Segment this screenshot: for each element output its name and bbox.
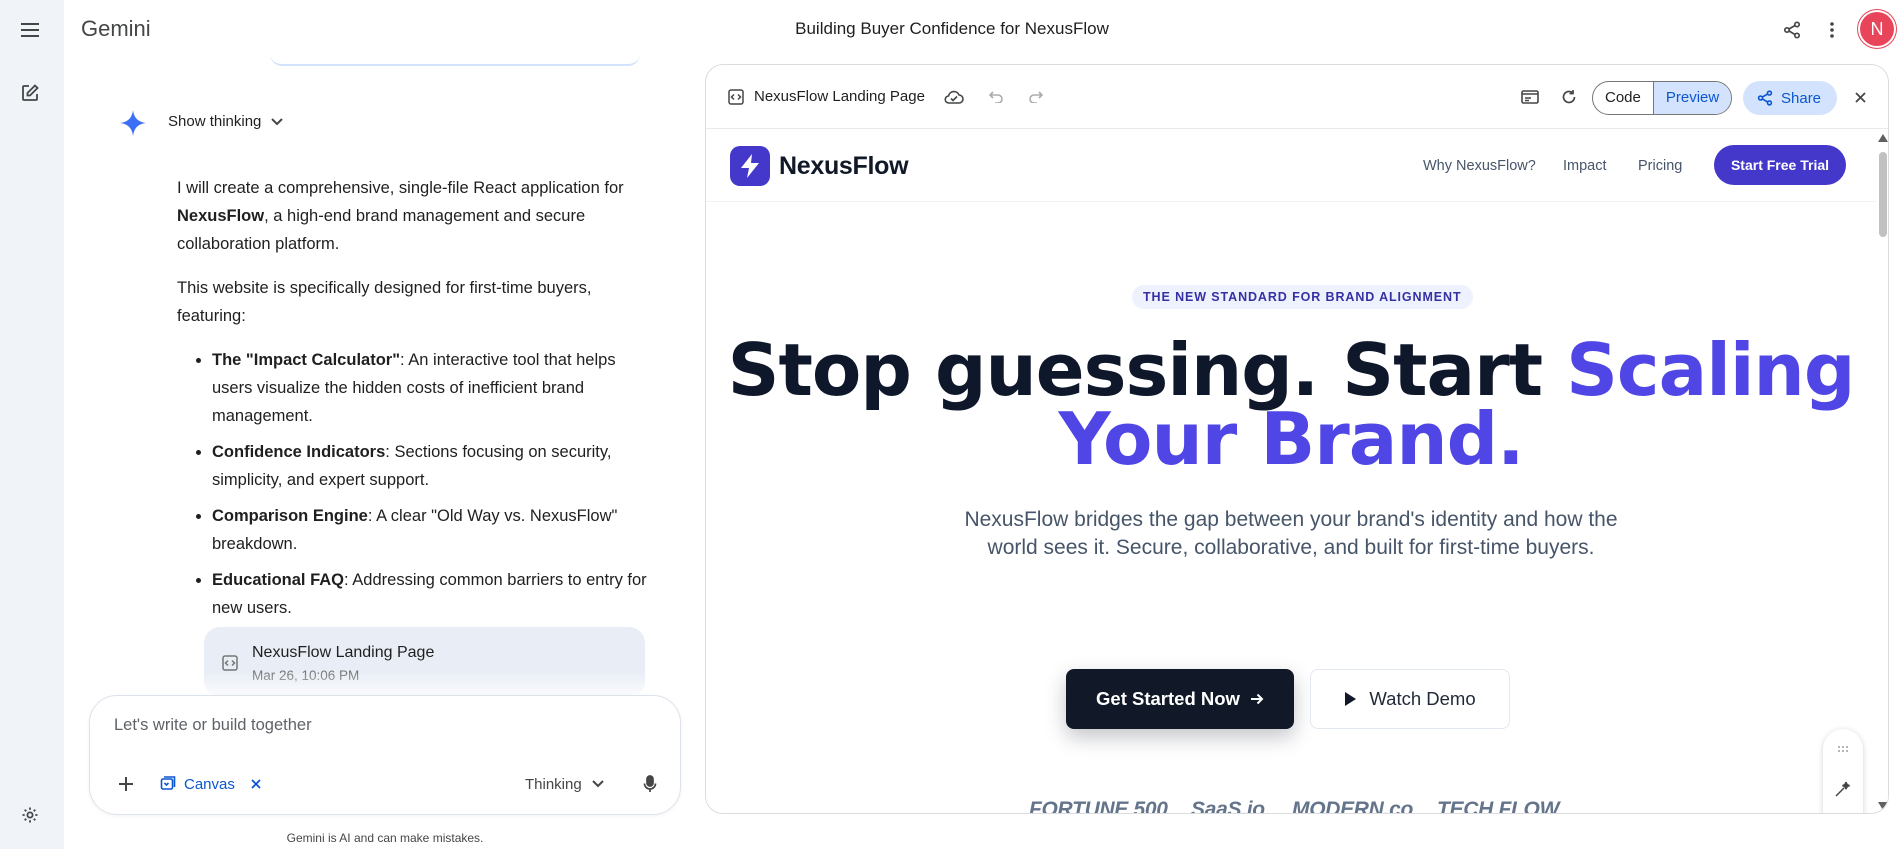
lightning-logo-icon[interactable] — [730, 146, 770, 186]
logo-modern: MODERN.co — [1292, 798, 1413, 814]
logo-fortune: FORTUNE 500 — [1029, 798, 1168, 814]
canvas-title: NexusFlow Landing Page — [754, 88, 925, 105]
add-icon[interactable] — [110, 768, 142, 800]
new-chat-icon[interactable] — [14, 77, 46, 109]
close-icon[interactable] — [251, 779, 261, 789]
more-vert-icon[interactable] — [1816, 14, 1848, 46]
canvas-icon — [160, 776, 176, 790]
intro-paragraph: I will create a comprehensive, single-fi… — [177, 179, 624, 253]
view-toggle: Code Preview — [1592, 81, 1733, 115]
show-thinking-toggle[interactable]: Show thinking — [168, 113, 284, 130]
prompt-input[interactable] — [114, 716, 654, 735]
preview-site: NexusFlow Why NexusFlow? Impact Pricing … — [706, 130, 1888, 814]
list-item: Educational FAQ: Addressing common barri… — [212, 566, 657, 622]
app-title[interactable]: Gemini — [81, 16, 151, 42]
response-text: I will create a comprehensive, single-fi… — [177, 174, 657, 630]
share-icon — [1757, 90, 1773, 106]
share-label: Share — [1781, 89, 1822, 107]
model-mode-label: Thinking — [525, 775, 582, 793]
disclaimer: Gemini is AI and can make mistakes. — [286, 831, 484, 845]
scroll-up-arrow[interactable] — [1878, 134, 1888, 142]
get-started-button[interactable]: Get Started Now — [1066, 669, 1294, 729]
tab-preview[interactable]: Preview — [1653, 82, 1732, 114]
start-free-trial-button[interactable]: Start Free Trial — [1714, 145, 1846, 185]
scrollbar[interactable] — [1876, 130, 1888, 813]
previous-message-edge — [270, 40, 640, 66]
hero-subheading: NexusFlow bridges the gap between your b… — [964, 508, 1618, 559]
console-icon[interactable] — [1516, 83, 1544, 111]
code-file-icon — [222, 655, 238, 671]
share-button[interactable]: Share — [1743, 81, 1838, 115]
canvas-toolbar: NexusFlow Landing Page Code Preview Shar… — [706, 65, 1888, 129]
side-rail — [0, 0, 64, 849]
features-intro: This website is specifically designed fo… — [177, 279, 592, 325]
logo-techflow: TECH FLOW — [1437, 798, 1560, 814]
share-icon[interactable] — [1776, 14, 1808, 46]
brand-name[interactable]: NexusFlow — [779, 152, 909, 181]
model-mode-select[interactable]: Thinking — [525, 770, 604, 798]
canvas-tool-chip[interactable]: Canvas — [160, 770, 261, 798]
nav-why[interactable]: Why NexusFlow? — [1423, 158, 1536, 174]
list-item: Confidence Indicators: Sections focusing… — [212, 438, 657, 494]
arrow-right-icon — [1250, 693, 1264, 705]
feature-list: The "Impact Calculator": An interactive … — [177, 346, 657, 622]
close-icon[interactable] — [1846, 83, 1874, 111]
settings-icon[interactable] — [14, 799, 46, 831]
scroll-thumb[interactable] — [1879, 152, 1887, 237]
mic-icon[interactable] — [633, 767, 667, 801]
show-thinking-label: Show thinking — [168, 113, 262, 130]
nav-impact[interactable]: Impact — [1563, 158, 1607, 174]
redo-icon[interactable] — [1022, 83, 1050, 111]
get-started-label: Get Started Now — [1096, 688, 1240, 709]
list-item: Comparison Engine: A clear "Old Way vs. … — [212, 502, 657, 558]
refresh-icon[interactable] — [1555, 83, 1583, 111]
canvas-panel: NexusFlow Landing Page Code Preview Shar… — [705, 64, 1889, 814]
eyebrow-badge: THE NEW STANDARD FOR BRAND ALIGNMENT — [1132, 285, 1473, 309]
tab-code[interactable]: Code — [1593, 82, 1654, 114]
undo-icon[interactable] — [982, 83, 1010, 111]
conversation-title: Building Buyer Confidence for NexusFlow — [795, 19, 1109, 38]
watch-demo-button[interactable]: Watch Demo — [1310, 669, 1510, 729]
hero-headline-line2: Your Brand. — [1058, 397, 1525, 481]
watch-demo-label: Watch Demo — [1369, 688, 1476, 709]
avatar[interactable]: N — [1860, 12, 1894, 46]
canvas-chip-label: Canvas — [184, 775, 235, 793]
floating-tools — [1823, 729, 1863, 813]
scroll-down-arrow[interactable] — [1878, 802, 1888, 810]
menu-icon[interactable] — [14, 14, 46, 46]
play-icon — [1345, 692, 1357, 706]
cloud-saved-icon — [940, 83, 968, 111]
gemini-spark-icon — [120, 110, 146, 136]
list-item: The "Impact Calculator": An interactive … — [212, 346, 657, 430]
code-file-icon — [722, 83, 750, 111]
logo-saas: SaaS.io — [1191, 798, 1265, 814]
ai-edit-sparkle-icon[interactable] — [1833, 779, 1853, 799]
prompt-box: Canvas Thinking — [89, 695, 681, 815]
site-navbar: NexusFlow Why NexusFlow? Impact Pricing … — [706, 130, 1876, 202]
nav-pricing[interactable]: Pricing — [1638, 158, 1682, 174]
chevron-down-icon — [271, 117, 284, 125]
artifact-title: NexusFlow Landing Page — [252, 644, 435, 661]
drag-handle-icon[interactable] — [1833, 739, 1853, 759]
chevron-down-icon — [591, 780, 604, 788]
